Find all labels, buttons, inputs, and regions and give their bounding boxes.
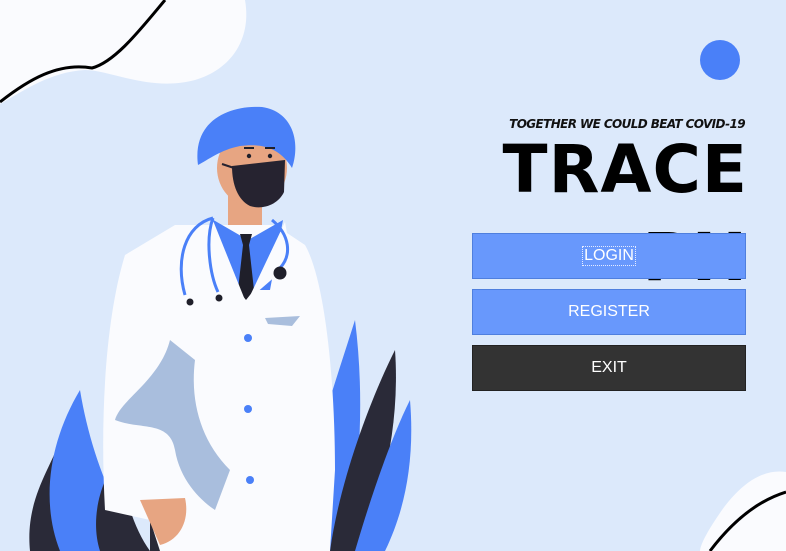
bottom-right-blob: [700, 471, 786, 551]
top-left-blob: [0, 0, 247, 104]
exit-button-label: EXIT: [591, 359, 627, 376]
main-window: TOGETHER WE COULD BEAT COVID-19 TRACE PH…: [0, 0, 786, 551]
exit-button[interactable]: EXIT: [472, 345, 746, 391]
register-button[interactable]: REGISTER: [472, 289, 746, 335]
register-button-label: REGISTER: [568, 303, 650, 320]
login-button[interactable]: LOGIN: [472, 233, 746, 279]
login-button-label: LOGIN: [582, 246, 636, 266]
accent-dot-icon: [700, 40, 740, 80]
doctor-illustration-icon: [103, 106, 336, 551]
